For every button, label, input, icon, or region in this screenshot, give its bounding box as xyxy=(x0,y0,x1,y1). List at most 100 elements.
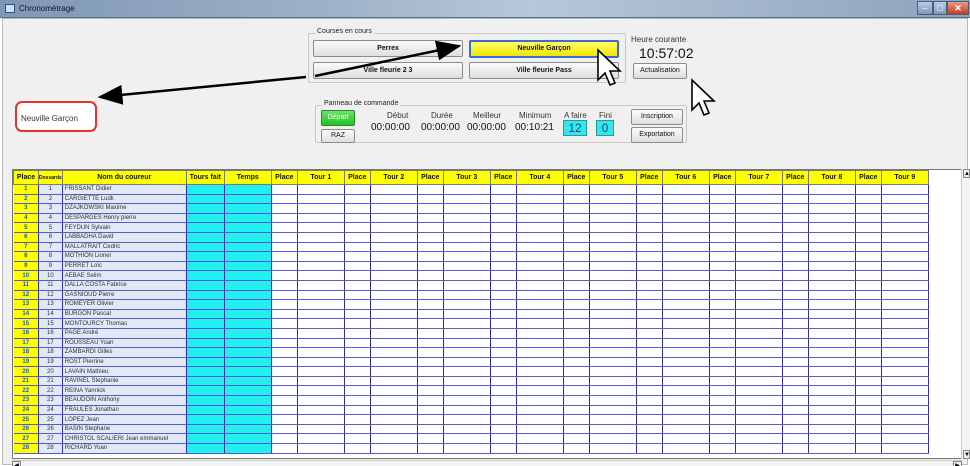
time-cell[interactable] xyxy=(224,194,272,205)
grid-header-tour-1-6[interactable]: Tour 1 xyxy=(296,170,345,185)
lap-cell[interactable] xyxy=(563,251,590,262)
laps-done-cell[interactable] xyxy=(186,424,225,435)
lap-cell[interactable] xyxy=(808,222,856,233)
lap-cell[interactable] xyxy=(589,318,637,329)
lap-cell[interactable] xyxy=(808,270,856,281)
lap-cell[interactable] xyxy=(709,213,736,224)
lap-cell[interactable] xyxy=(271,433,298,445)
lap-cell[interactable] xyxy=(297,338,345,349)
lap-cell[interactable] xyxy=(636,280,663,291)
lap-cell[interactable] xyxy=(709,338,736,349)
lap-cell[interactable] xyxy=(589,299,637,310)
bib-cell[interactable]: 27 xyxy=(38,433,63,445)
lap-cell[interactable] xyxy=(417,366,444,377)
lap-cell[interactable] xyxy=(589,366,637,377)
lap-cell[interactable] xyxy=(370,366,418,377)
lap-cell[interactable] xyxy=(443,270,491,281)
lap-cell[interactable] xyxy=(881,232,929,243)
lap-cell[interactable] xyxy=(855,213,882,224)
lap-cell[interactable] xyxy=(516,328,564,339)
lap-cell[interactable] xyxy=(855,280,882,291)
lap-cell[interactable] xyxy=(589,376,637,387)
lap-cell[interactable] xyxy=(443,318,491,329)
table-row[interactable]: 9 9 PERRET Loïc xyxy=(13,261,929,272)
lap-cell[interactable] xyxy=(808,251,856,262)
lap-cell[interactable] xyxy=(443,405,491,416)
lap-cell[interactable] xyxy=(344,251,371,262)
runner-name-cell[interactable]: FEYDUN Sylvain xyxy=(62,222,187,233)
lap-cell[interactable] xyxy=(636,184,663,195)
lap-cell[interactable] xyxy=(808,433,856,445)
lap-cell[interactable] xyxy=(881,338,929,349)
grid-header-place-21[interactable]: Place xyxy=(854,170,882,185)
lap-cell[interactable] xyxy=(490,309,517,320)
lap-cell[interactable] xyxy=(417,376,444,387)
lap-cell[interactable] xyxy=(370,203,418,214)
lap-cell[interactable] xyxy=(370,338,418,349)
lap-cell[interactable] xyxy=(662,347,710,358)
table-row[interactable]: 10 10 AEBAE Selim xyxy=(13,270,929,281)
lap-cell[interactable] xyxy=(297,203,345,214)
lap-cell[interactable] xyxy=(855,443,882,454)
lap-cell[interactable] xyxy=(516,338,564,349)
runner-name-cell[interactable]: FRAULES Jonathan xyxy=(62,405,187,416)
lap-cell[interactable] xyxy=(271,261,298,272)
lap-cell[interactable] xyxy=(855,299,882,310)
lap-cell[interactable] xyxy=(782,385,809,397)
lap-cell[interactable] xyxy=(490,385,517,397)
place-cell[interactable]: 27 xyxy=(13,433,39,445)
bib-cell[interactable]: 13 xyxy=(38,299,63,310)
lap-cell[interactable] xyxy=(297,347,345,358)
lap-cell[interactable] xyxy=(417,280,444,291)
lap-cell[interactable] xyxy=(563,213,590,224)
lap-cell[interactable] xyxy=(589,203,637,214)
lap-cell[interactable] xyxy=(636,405,663,416)
laps-done-cell[interactable] xyxy=(186,309,225,320)
lap-cell[interactable] xyxy=(782,376,809,387)
runner-name-cell[interactable]: RAVINEL Stephanie xyxy=(62,376,187,387)
lap-cell[interactable] xyxy=(636,290,663,301)
lap-cell[interactable] xyxy=(881,405,929,416)
lap-cell[interactable] xyxy=(735,242,783,253)
lap-cell[interactable] xyxy=(271,232,298,243)
lap-cell[interactable] xyxy=(709,385,736,397)
lap-cell[interactable] xyxy=(443,395,491,406)
place-cell[interactable]: 3 xyxy=(13,203,39,214)
lap-cell[interactable] xyxy=(271,405,298,416)
vertical-scrollbar[interactable]: ▲ ▼ xyxy=(961,169,970,459)
lap-cell[interactable] xyxy=(735,309,783,320)
lap-cell[interactable] xyxy=(516,433,564,445)
lap-cell[interactable] xyxy=(855,318,882,329)
runner-name-cell[interactable]: AEBAE Selim xyxy=(62,270,187,281)
lap-cell[interactable] xyxy=(490,347,517,358)
lap-cell[interactable] xyxy=(443,357,491,368)
lap-cell[interactable] xyxy=(417,261,444,272)
lap-cell[interactable] xyxy=(636,395,663,406)
laps-done-cell[interactable] xyxy=(186,338,225,349)
table-row[interactable]: 24 24 FRAULES Jonathan xyxy=(13,405,929,416)
grid-header-place-17[interactable]: Place xyxy=(708,170,736,185)
lap-cell[interactable] xyxy=(855,184,882,195)
lap-cell[interactable] xyxy=(881,414,929,425)
lap-cell[interactable] xyxy=(735,376,783,387)
scroll-right-arrow-icon[interactable]: ▶ xyxy=(953,461,962,466)
lap-cell[interactable] xyxy=(271,376,298,387)
lap-cell[interactable] xyxy=(370,213,418,224)
lap-cell[interactable] xyxy=(808,299,856,310)
bib-cell[interactable]: 3 xyxy=(38,203,63,214)
lap-cell[interactable] xyxy=(709,424,736,435)
laps-done-cell[interactable] xyxy=(186,251,225,262)
laps-done-cell[interactable] xyxy=(186,203,225,214)
table-row[interactable]: 1 1 FRISSANT Didier xyxy=(13,184,929,195)
lap-cell[interactable] xyxy=(370,328,418,339)
lap-cell[interactable] xyxy=(589,328,637,339)
laps-done-cell[interactable] xyxy=(186,184,225,195)
lap-cell[interactable] xyxy=(443,443,491,454)
lap-cell[interactable] xyxy=(344,433,371,445)
table-row[interactable]: 12 12 GASNIOUD Pierre xyxy=(13,290,929,301)
refresh-button[interactable]: Actualisation xyxy=(633,63,687,79)
lap-cell[interactable] xyxy=(271,338,298,349)
lap-cell[interactable] xyxy=(516,251,564,262)
lap-cell[interactable] xyxy=(297,270,345,281)
lap-cell[interactable] xyxy=(709,290,736,301)
